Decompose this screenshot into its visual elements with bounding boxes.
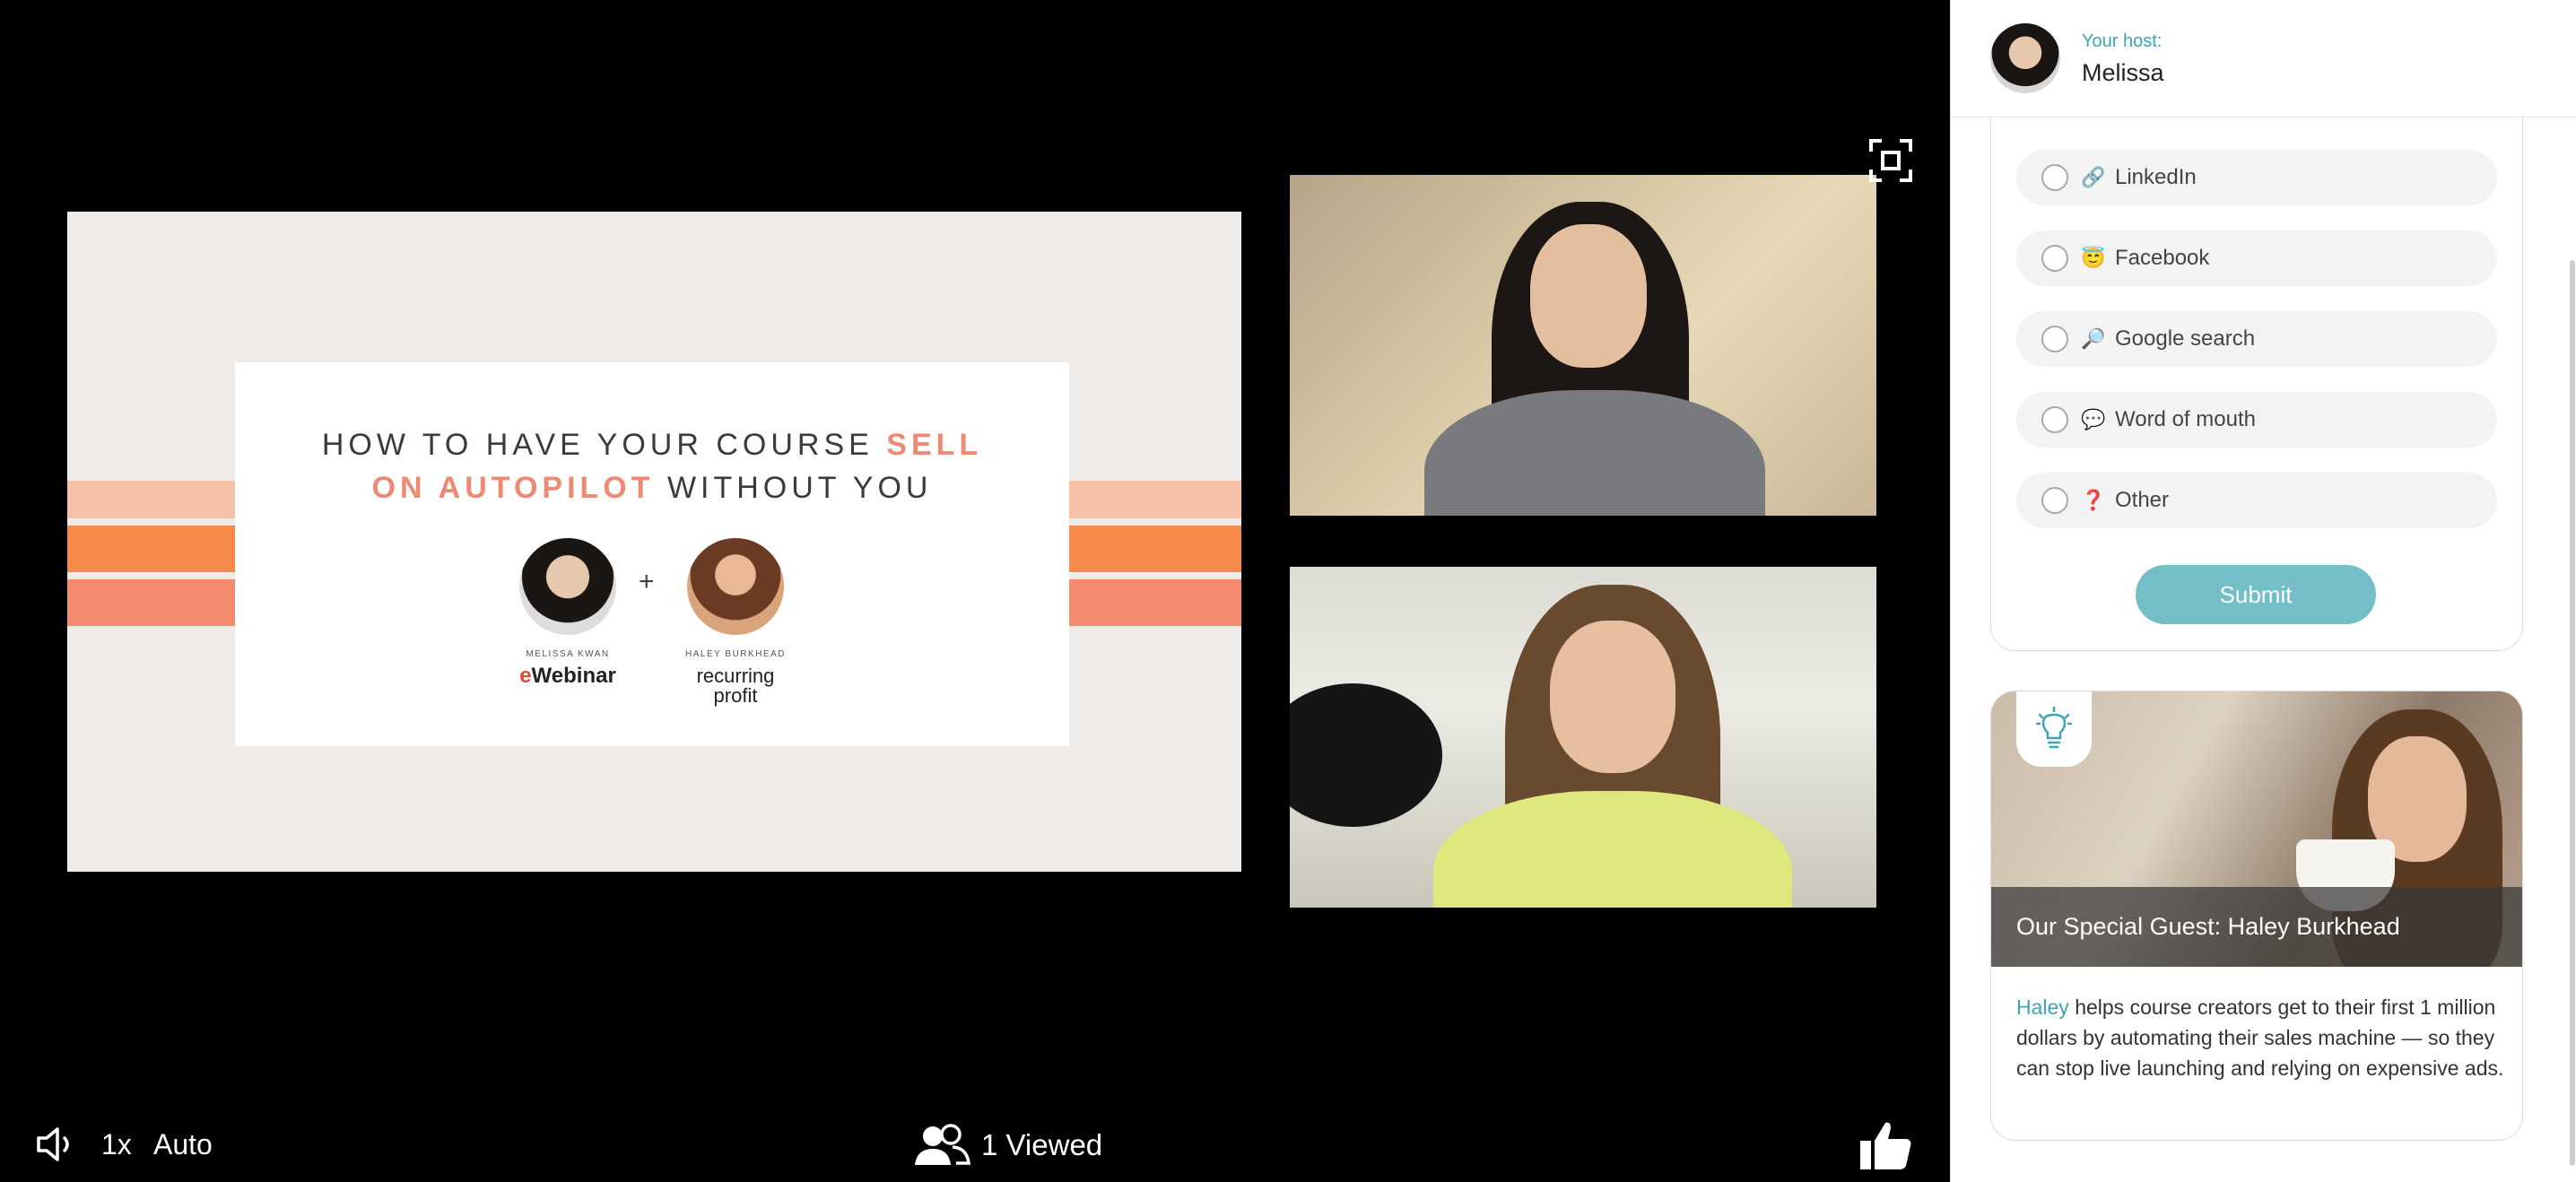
special-guest-card: Our Special Guest: Haley Burkhead Haley … bbox=[1990, 691, 2523, 1141]
presenter-name: MELISSA KWAN bbox=[526, 649, 610, 659]
presentation-slide: HOW TO HAVE YOUR COURSE SELL ON AUTOPILO… bbox=[67, 212, 1241, 872]
host-video-feed bbox=[1290, 175, 1876, 516]
bulb-badge bbox=[2016, 691, 2092, 767]
host-name: Melissa bbox=[2082, 59, 2164, 86]
video-person-body bbox=[1424, 390, 1765, 516]
poll-option-label: Other bbox=[2115, 488, 2170, 512]
microphone bbox=[1290, 683, 1442, 827]
viewers-counter: 1 Viewed bbox=[913, 1123, 1102, 1168]
video-person-body bbox=[1433, 791, 1792, 908]
ewebinar-logo: eWebinar bbox=[519, 664, 616, 688]
player-controls: 1x Auto 1 Viewed bbox=[0, 1108, 1950, 1182]
poll-option-other[interactable]: ❓ Other bbox=[2016, 473, 2497, 528]
question-mark-icon: ❓ bbox=[2081, 489, 2106, 511]
scrollbar-thumb[interactable] bbox=[2570, 260, 2575, 1166]
users-icon bbox=[915, 1124, 970, 1165]
poll-option-label: Facebook bbox=[2115, 246, 2210, 270]
sidebar: 🔗 LinkedIn 😇 Facebook 🔎 Google search 💬 … bbox=[1950, 0, 2576, 1182]
presenter-photo bbox=[687, 538, 784, 635]
slide-title-part: WITHOUT YOU bbox=[654, 471, 933, 505]
slide-title-highlight: SELL bbox=[886, 428, 983, 462]
recurring-profit-logo: recurring profit bbox=[696, 665, 775, 707]
guest-name-link[interactable]: Haley bbox=[2016, 995, 2069, 1019]
radio-button[interactable] bbox=[2041, 406, 2068, 433]
radio-button[interactable] bbox=[2041, 245, 2068, 272]
viewers-count: 1 Viewed bbox=[981, 1128, 1103, 1161]
slide-card: HOW TO HAVE YOUR COURSE SELL ON AUTOPILO… bbox=[235, 362, 1069, 746]
guest-video-feed bbox=[1290, 567, 1876, 908]
poll-option-word-of-mouth[interactable]: 💬 Word of mouth bbox=[2016, 392, 2497, 448]
presenter-photo bbox=[519, 538, 616, 635]
smiley-icon: 😇 bbox=[2081, 247, 2106, 269]
thumbs-up-icon[interactable] bbox=[1858, 1117, 1914, 1173]
video-person-face bbox=[1530, 224, 1647, 368]
guest-photo: Our Special Guest: Haley Burkhead bbox=[1991, 691, 2522, 967]
guest-description-text: helps course creators get to their first… bbox=[2016, 995, 2504, 1080]
playback-speed-button[interactable]: 1x bbox=[101, 1128, 132, 1161]
quality-button[interactable]: Auto bbox=[153, 1128, 213, 1161]
presenter-melissa: MELISSA KWAN eWebinar bbox=[518, 538, 618, 688]
presenter-name: HALEY BURKHEAD bbox=[685, 649, 786, 659]
slide-title: HOW TO HAVE YOUR COURSE SELL ON AUTOPILO… bbox=[235, 423, 1069, 509]
presenter-haley: HALEY BURKHEAD recurring profit bbox=[685, 538, 786, 706]
poll-option-label: LinkedIn bbox=[2115, 165, 2197, 189]
host-header: Your host: Melissa bbox=[1951, 0, 2576, 117]
plus-sign: + bbox=[639, 567, 655, 596]
webinar-stage: HOW TO HAVE YOUR COURSE SELL ON AUTOPILO… bbox=[0, 0, 1950, 1182]
poll-card: 🔗 LinkedIn 😇 Facebook 🔎 Google search 💬 … bbox=[1990, 72, 2523, 651]
volume-icon[interactable] bbox=[36, 1126, 77, 1162]
video-person-face bbox=[1550, 621, 1675, 773]
guest-description: Haley helps course creators get to their… bbox=[2016, 992, 2506, 1083]
guest-title: Our Special Guest: Haley Burkhead bbox=[2016, 913, 2400, 940]
radio-button[interactable] bbox=[2041, 326, 2068, 352]
poll-option-linkedin[interactable]: 🔗 LinkedIn bbox=[2016, 150, 2497, 205]
submit-button[interactable]: Submit bbox=[2136, 565, 2376, 624]
host-caption: Your host: bbox=[2082, 31, 2163, 51]
radio-button[interactable] bbox=[2041, 164, 2068, 191]
slide-title-part: HOW TO HAVE YOUR COURSE bbox=[321, 428, 887, 462]
poll-option-label: Word of mouth bbox=[2115, 407, 2256, 431]
guest-caption-bar: Our Special Guest: Haley Burkhead bbox=[1991, 887, 2522, 967]
lightbulb-icon bbox=[2036, 706, 2072, 749]
radio-button[interactable] bbox=[2041, 487, 2068, 514]
speech-bubble-icon: 💬 bbox=[2081, 408, 2106, 430]
poll-option-facebook[interactable]: 😇 Facebook bbox=[2016, 230, 2497, 286]
slide-title-highlight: ON AUTOPILOT bbox=[371, 471, 655, 505]
link-icon: 🔗 bbox=[2081, 166, 2106, 188]
poll-option-label: Google search bbox=[2115, 326, 2256, 351]
fullscreen-icon[interactable] bbox=[1867, 137, 1914, 184]
poll-option-google-search[interactable]: 🔎 Google search bbox=[2016, 311, 2497, 367]
magnifier-icon: 🔎 bbox=[2081, 327, 2106, 350]
avatar bbox=[1990, 23, 2060, 93]
